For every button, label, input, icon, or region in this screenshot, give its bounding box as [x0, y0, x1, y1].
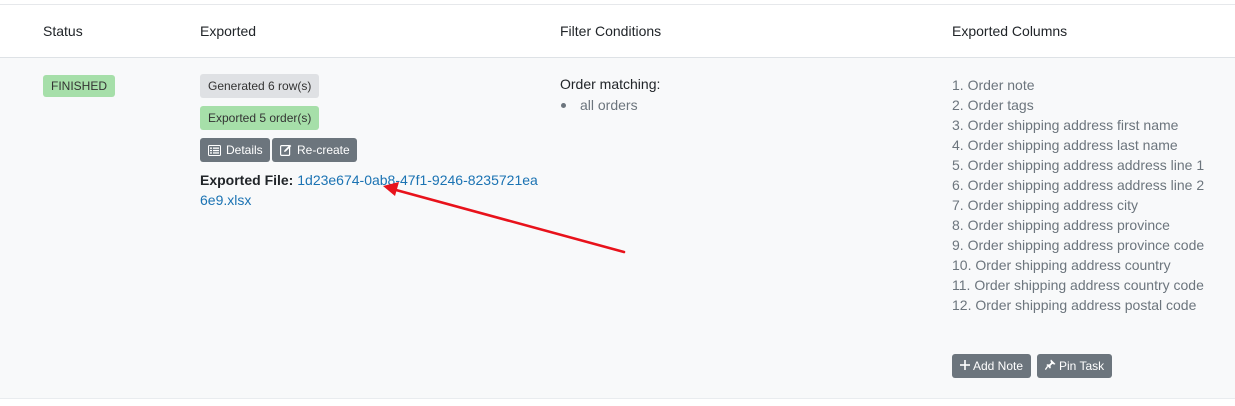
filter-item-label: all orders: [580, 97, 638, 113]
filter-item: all orders: [560, 97, 638, 113]
exported-file-label: Exported File:: [200, 172, 294, 188]
pin-icon: [1044, 354, 1056, 378]
exported-orders-badge: Exported 5 order(s): [200, 106, 320, 130]
plus-icon: [960, 354, 970, 378]
list-item: 1. Order note: [952, 77, 1035, 93]
list-item: 9. Order shipping address province code: [952, 237, 1205, 253]
pin-task-button[interactable]: Pin Task: [1037, 354, 1113, 378]
list-icon: [208, 144, 221, 156]
list-item: 8. Order shipping address province: [952, 217, 1170, 233]
details-button[interactable]: Details: [200, 138, 270, 162]
recreate-label: Re-create: [297, 143, 350, 157]
header-status: Status: [43, 23, 83, 39]
exported-file: Exported File: 1d23e674-0ab8-47f1-9246-8…: [200, 170, 545, 210]
header-filter-conditions: Filter Conditions: [560, 23, 662, 39]
edit-icon: [280, 144, 292, 156]
filter-title: Order matching:: [560, 76, 661, 92]
list-item: 12. Order shipping address postal code: [952, 297, 1197, 313]
generated-rows-badge: Generated 6 row(s): [200, 74, 320, 98]
list-item: 2. Order tags: [952, 97, 1034, 113]
exported-columns-list: 1. Order note 2. Order tags 3. Order shi…: [952, 75, 1204, 315]
pin-task-label: Pin Task: [1059, 359, 1105, 373]
table-header: Status Exported Filter Conditions Export…: [0, 5, 1235, 58]
recreate-button[interactable]: Re-create: [272, 138, 357, 162]
list-item: 5. Order shipping address address line 1: [952, 157, 1205, 173]
bullet-icon: [561, 102, 566, 108]
add-note-label: Add Note: [973, 359, 1024, 373]
list-item: 7. Order shipping address city: [952, 197, 1138, 213]
list-item: 4. Order shipping address last name: [952, 137, 1178, 153]
header-exported: Exported: [200, 23, 257, 39]
status-badge: FINISHED: [43, 75, 116, 97]
details-label: Details: [226, 143, 263, 157]
list-item: 11. Order shipping address country code: [952, 277, 1204, 293]
list-item: 6. Order shipping address address line 2: [952, 177, 1205, 193]
header-exported-columns: Exported Columns: [952, 23, 1068, 39]
add-note-button[interactable]: Add Note: [952, 354, 1032, 378]
list-item: 3. Order shipping address first name: [952, 117, 1179, 133]
table-row: FINISHED Generated 6 row(s) Exported 5 o…: [0, 58, 1235, 399]
list-item: 10. Order shipping address country: [952, 257, 1171, 273]
